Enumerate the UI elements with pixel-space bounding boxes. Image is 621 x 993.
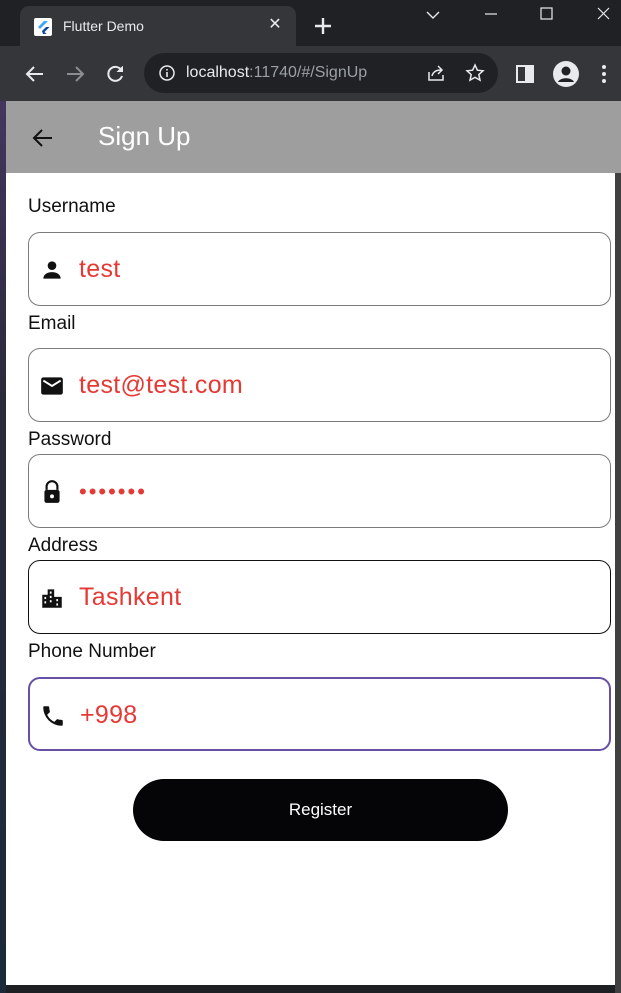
signup-form: Username test Email test@test.com Passwo…	[6, 173, 615, 985]
phone-value: +998	[80, 701, 138, 729]
browser-titlebar: Flutter Demo ✕ localhost:11740/#/SignUp	[0, 0, 621, 101]
username-label: Username	[28, 196, 116, 217]
address-bar[interactable]: localhost:11740/#/SignUp	[144, 53, 498, 93]
tab-search-chevron-icon[interactable]	[418, 4, 448, 28]
username-value: test	[79, 255, 121, 283]
url-text: localhost:11740/#/SignUp	[186, 64, 367, 82]
password-label: Password	[28, 429, 112, 450]
window-edge	[615, 173, 621, 993]
email-field[interactable]: test@test.com	[28, 348, 611, 422]
email-label: Email	[28, 313, 76, 334]
person-icon	[39, 257, 65, 283]
side-panel-icon[interactable]	[515, 64, 535, 84]
password-value: •••••••	[79, 479, 147, 504]
url-host: localhost	[186, 64, 250, 81]
phone-label: Phone Number	[28, 641, 156, 662]
close-window-icon[interactable]	[589, 4, 619, 28]
address-value: Tashkent	[79, 583, 182, 611]
address-field[interactable]: Tashkent	[28, 560, 611, 634]
back-arrow-icon[interactable]	[30, 125, 56, 151]
info-icon[interactable]	[158, 64, 176, 82]
flutter-logo-icon	[34, 18, 52, 36]
back-arrow-icon[interactable]	[24, 63, 46, 85]
password-field[interactable]: •••••••	[28, 454, 611, 528]
new-tab-icon[interactable]	[311, 14, 335, 38]
app-bar: Sign Up	[6, 101, 621, 173]
lock-icon	[39, 479, 65, 505]
phone-icon	[40, 703, 66, 729]
tab-title: Flutter Demo	[63, 18, 144, 34]
profile-avatar-icon[interactable]	[553, 61, 579, 87]
forward-arrow-icon[interactable]	[64, 63, 86, 85]
menu-dots-icon[interactable]	[596, 63, 612, 85]
bookmark-star-icon[interactable]	[465, 63, 485, 83]
page-title: Sign Up	[98, 121, 191, 151]
browser-tab[interactable]: Flutter Demo ✕	[20, 6, 296, 46]
url-path: :11740/#/SignUp	[249, 64, 368, 81]
username-field[interactable]: test	[28, 232, 611, 306]
browser-toolbar: localhost:11740/#/SignUp	[0, 46, 621, 101]
phone-field[interactable]: +998	[28, 677, 611, 751]
tab-close-icon[interactable]: ✕	[264, 14, 286, 36]
maximize-icon[interactable]	[531, 4, 561, 28]
reload-icon[interactable]	[104, 63, 126, 85]
register-button[interactable]: Register	[133, 779, 508, 841]
minimize-icon[interactable]	[476, 4, 506, 28]
city-icon	[39, 585, 65, 611]
mail-icon	[39, 373, 65, 399]
address-label: Address	[28, 535, 98, 556]
email-value: test@test.com	[79, 371, 244, 399]
share-icon[interactable]	[426, 63, 446, 83]
